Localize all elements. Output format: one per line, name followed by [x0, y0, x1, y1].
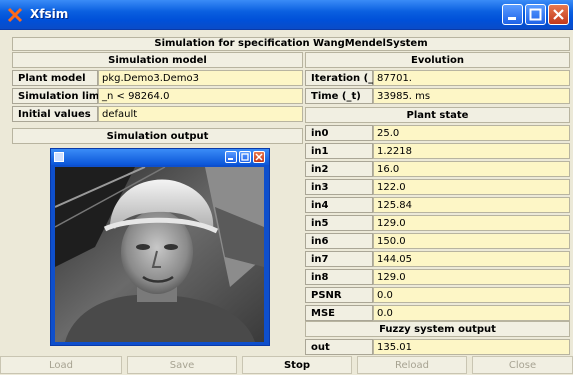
mse-field[interactable]: 0.0	[373, 305, 570, 321]
simulation-limit-field[interactable]: _n < 98264.0	[98, 88, 303, 104]
minimize-icon	[508, 17, 516, 20]
button-bar: Load Save Stop Reload Close	[0, 356, 573, 374]
initial-values-label: Initial values	[12, 106, 98, 122]
in8-field[interactable]: 129.0	[373, 269, 570, 285]
in1-label: in1	[305, 143, 373, 159]
iteration-label: Iteration (_n)	[305, 70, 385, 86]
maximize-button[interactable]	[525, 4, 546, 25]
initial-values-field[interactable]: default	[98, 106, 303, 122]
xfuzzy-app-icon	[7, 7, 23, 23]
close-button[interactable]: Close	[472, 356, 573, 374]
output-close-button[interactable]	[253, 151, 265, 163]
minimize-button[interactable]	[502, 4, 523, 25]
minimize-icon	[228, 158, 233, 160]
simulation-output-window[interactable]	[50, 148, 270, 346]
psnr-label: PSNR	[305, 287, 373, 303]
output-image	[55, 167, 264, 342]
save-button[interactable]: Save	[127, 356, 237, 374]
plant-state-heading: Plant state	[305, 107, 570, 123]
simulation-header: Simulation for specification WangMendelS…	[12, 37, 570, 51]
out-field[interactable]: 135.01	[373, 339, 570, 355]
java-app-icon	[54, 152, 64, 162]
in0-field[interactable]: 25.0	[373, 125, 570, 141]
in2-field[interactable]: 16.0	[373, 161, 570, 177]
close-icon	[553, 9, 564, 20]
in8-label: in8	[305, 269, 373, 285]
close-window-button[interactable]	[548, 4, 569, 25]
window-title: Xfsim	[30, 7, 69, 21]
in5-field[interactable]: 129.0	[373, 215, 570, 231]
output-minimize-button[interactable]	[225, 151, 237, 163]
window-titlebar[interactable]: Xfsim	[0, 0, 573, 30]
out-label: out	[305, 339, 373, 355]
plant-model-label: Plant model	[12, 70, 98, 86]
iteration-field[interactable]: 87701.	[373, 70, 570, 86]
load-button[interactable]: Load	[0, 356, 122, 374]
in2-label: in2	[305, 161, 373, 177]
psnr-field[interactable]: 0.0	[373, 287, 570, 303]
evolution-heading: Evolution	[305, 52, 570, 68]
in4-label: in4	[305, 197, 373, 213]
close-icon	[255, 153, 263, 161]
reload-button[interactable]: Reload	[357, 356, 467, 374]
in3-field[interactable]: 122.0	[373, 179, 570, 195]
in5-label: in5	[305, 215, 373, 231]
in4-field[interactable]: 125.84	[373, 197, 570, 213]
simulation-output-heading: Simulation output	[12, 128, 303, 144]
simulation-limit-label: Simulation limit	[12, 88, 108, 104]
simulation-model-heading: Simulation model	[12, 52, 303, 68]
output-window-titlebar[interactable]	[51, 149, 269, 165]
output-photo-image	[55, 167, 264, 342]
in6-field[interactable]: 150.0	[373, 233, 570, 249]
maximize-icon	[241, 153, 249, 161]
plant-model-field[interactable]: pkg.Demo3.Demo3	[98, 70, 303, 86]
in0-label: in0	[305, 125, 373, 141]
in7-label: in7	[305, 251, 373, 267]
time-field[interactable]: 33985. ms	[373, 88, 570, 104]
time-label: Time (_t)	[305, 88, 373, 104]
stop-button[interactable]: Stop	[242, 356, 352, 374]
fuzzy-output-heading: Fuzzy system output	[305, 321, 570, 337]
in3-label: in3	[305, 179, 373, 195]
output-maximize-button[interactable]	[239, 151, 251, 163]
in1-field[interactable]: 1.2218	[373, 143, 570, 159]
in6-label: in6	[305, 233, 373, 249]
in7-field[interactable]: 144.05	[373, 251, 570, 267]
mse-label: MSE	[305, 305, 373, 321]
maximize-icon	[529, 8, 542, 21]
